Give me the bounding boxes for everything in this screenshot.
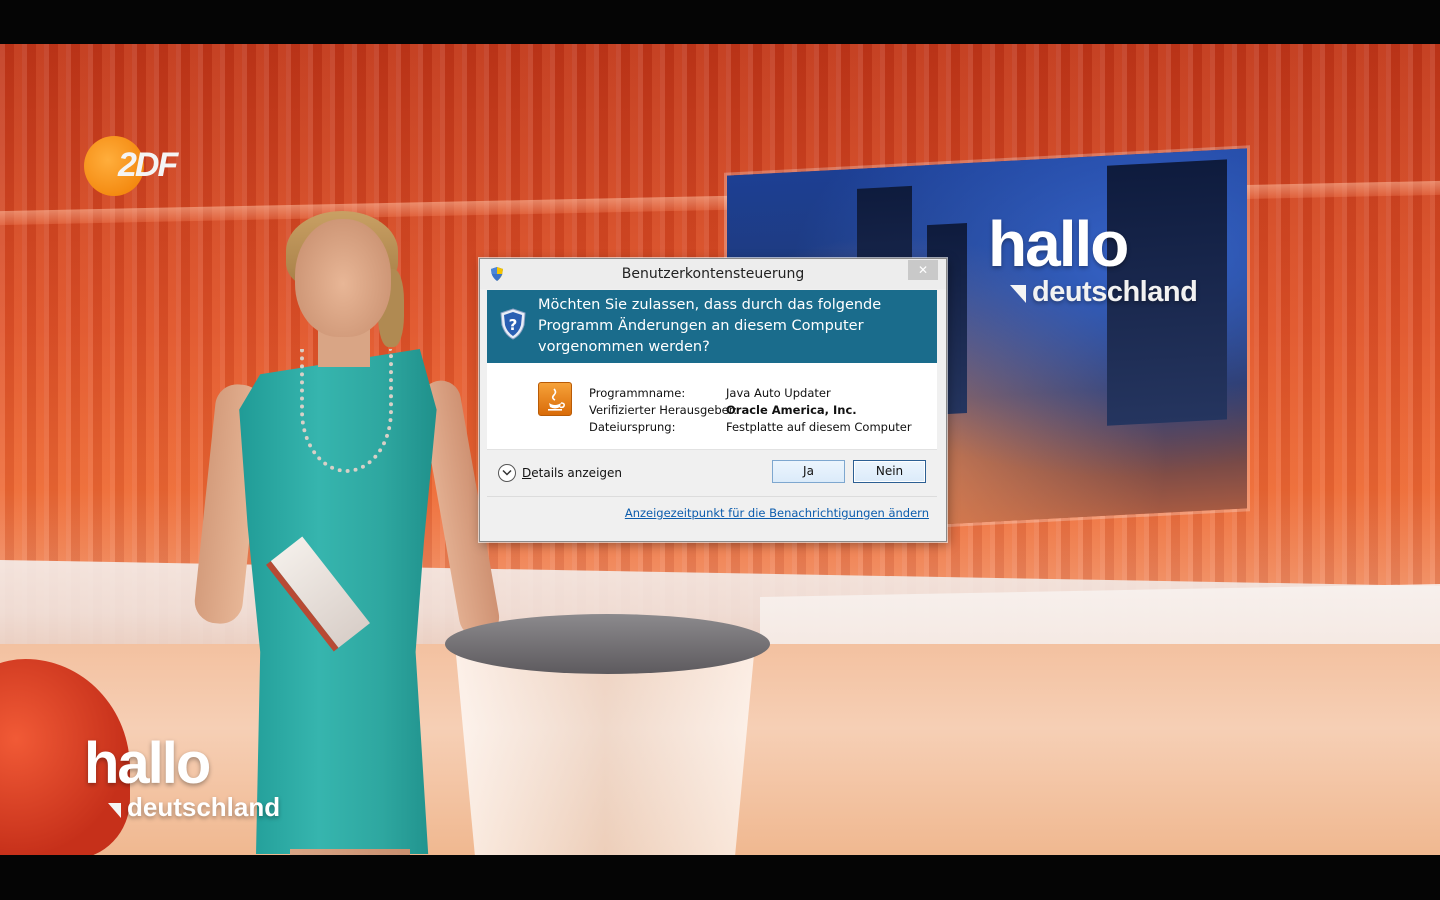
- screen-logo-deutschland: deutschland: [1010, 276, 1198, 309]
- yes-button-label: Ja: [803, 464, 814, 478]
- letterbox-top: [0, 0, 1440, 44]
- yes-button[interactable]: Ja: [772, 460, 845, 483]
- screen-logo-hallo: hallo: [988, 208, 1129, 280]
- no-button[interactable]: Nein: [853, 460, 926, 483]
- details-row: Details anzeigen Ja Nein: [487, 449, 937, 496]
- chevron-down-icon[interactable]: [498, 464, 516, 482]
- presenter-face: [295, 219, 391, 337]
- close-button[interactable]: ✕: [908, 260, 938, 280]
- notification-settings-link[interactable]: Anzeigezeitpunkt für die Benachrichtigun…: [625, 506, 929, 520]
- logo-slash-icon: [108, 803, 121, 818]
- question-text: Möchten Sie zulassen, dass durch das fol…: [538, 297, 882, 355]
- uac-dialog: Benutzerkontensteuerung ✕ ? Möchten Sie …: [479, 258, 947, 542]
- screen-logo-sub-text: deutschland: [1032, 276, 1198, 308]
- publisher-value: Oracle America, Inc.: [726, 403, 857, 417]
- zdf-logo-text: 2DF: [118, 146, 178, 184]
- origin-label: Dateiursprung:: [589, 420, 676, 434]
- details-toggle[interactable]: Details anzeigen: [522, 466, 622, 480]
- presenter-necklace: [300, 349, 393, 473]
- svg-text:?: ?: [509, 316, 518, 334]
- program-name-label: Programmname:: [589, 386, 686, 400]
- logo-slash-icon: [1010, 285, 1026, 303]
- dialog-titlebar[interactable]: Benutzerkontensteuerung ✕: [480, 259, 946, 289]
- studio-desk-body: [455, 644, 755, 855]
- corner-logo-sub-text: deutschland: [127, 792, 281, 822]
- java-icon: [538, 382, 572, 416]
- question-shield-icon: ?: [500, 308, 526, 340]
- no-button-label: Nein: [875, 464, 904, 478]
- link-row: Anzeigezeitpunkt für die Benachrichtigun…: [487, 496, 937, 533]
- publisher-label: Verifizierter Herausgeber:: [589, 403, 738, 417]
- question-banner: ? Möchten Sie zulassen, dass durch das f…: [487, 290, 937, 363]
- origin-value: Festplatte auf diesem Computer: [726, 420, 912, 434]
- letterbox-bottom: [0, 855, 1440, 900]
- studio-desk-top: [445, 614, 770, 674]
- zdf-logo: 2DF: [84, 136, 264, 196]
- program-name-value: Java Auto Updater: [726, 386, 831, 400]
- corner-logo-deutschland: deutschland: [108, 792, 280, 823]
- dialog-title: Benutzerkontensteuerung: [621, 266, 805, 282]
- corner-logo-hallo: hallo: [84, 731, 211, 796]
- program-info: Programmname: Java Auto Updater Verifizi…: [487, 363, 937, 449]
- presenter: [192, 209, 503, 855]
